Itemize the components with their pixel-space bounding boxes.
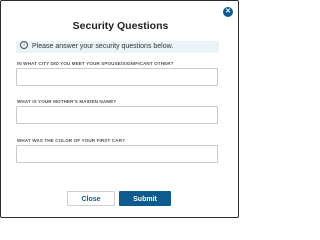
close-x-icon[interactable]: ✕ bbox=[223, 7, 233, 17]
answer-input-1[interactable] bbox=[16, 68, 218, 86]
info-banner: i Please answer your security questions b… bbox=[16, 41, 219, 53]
dialog-title: Security Questions bbox=[72, 20, 169, 32]
answer-input-2[interactable] bbox=[16, 106, 218, 124]
submit-button[interactable]: Submit bbox=[119, 191, 171, 206]
question-label-1: IN WHAT CITY DID YOU MEET YOUR SPOUSE/SI… bbox=[17, 61, 174, 66]
answer-input-3[interactable] bbox=[16, 145, 218, 163]
security-questions-dialog: ✕ Security Questions i Please answer your… bbox=[0, 0, 239, 218]
question-label-3: WHAT WAS THE COLOR OF YOUR FIRST CAR? bbox=[17, 138, 125, 143]
info-circle-icon: i bbox=[20, 41, 28, 50]
close-button[interactable]: Close bbox=[67, 191, 115, 206]
question-label-2: WHAT IS YOUR MOTHER'S MAIDEN NAME? bbox=[17, 99, 117, 104]
info-text: Please answer your security questions be… bbox=[32, 43, 174, 50]
